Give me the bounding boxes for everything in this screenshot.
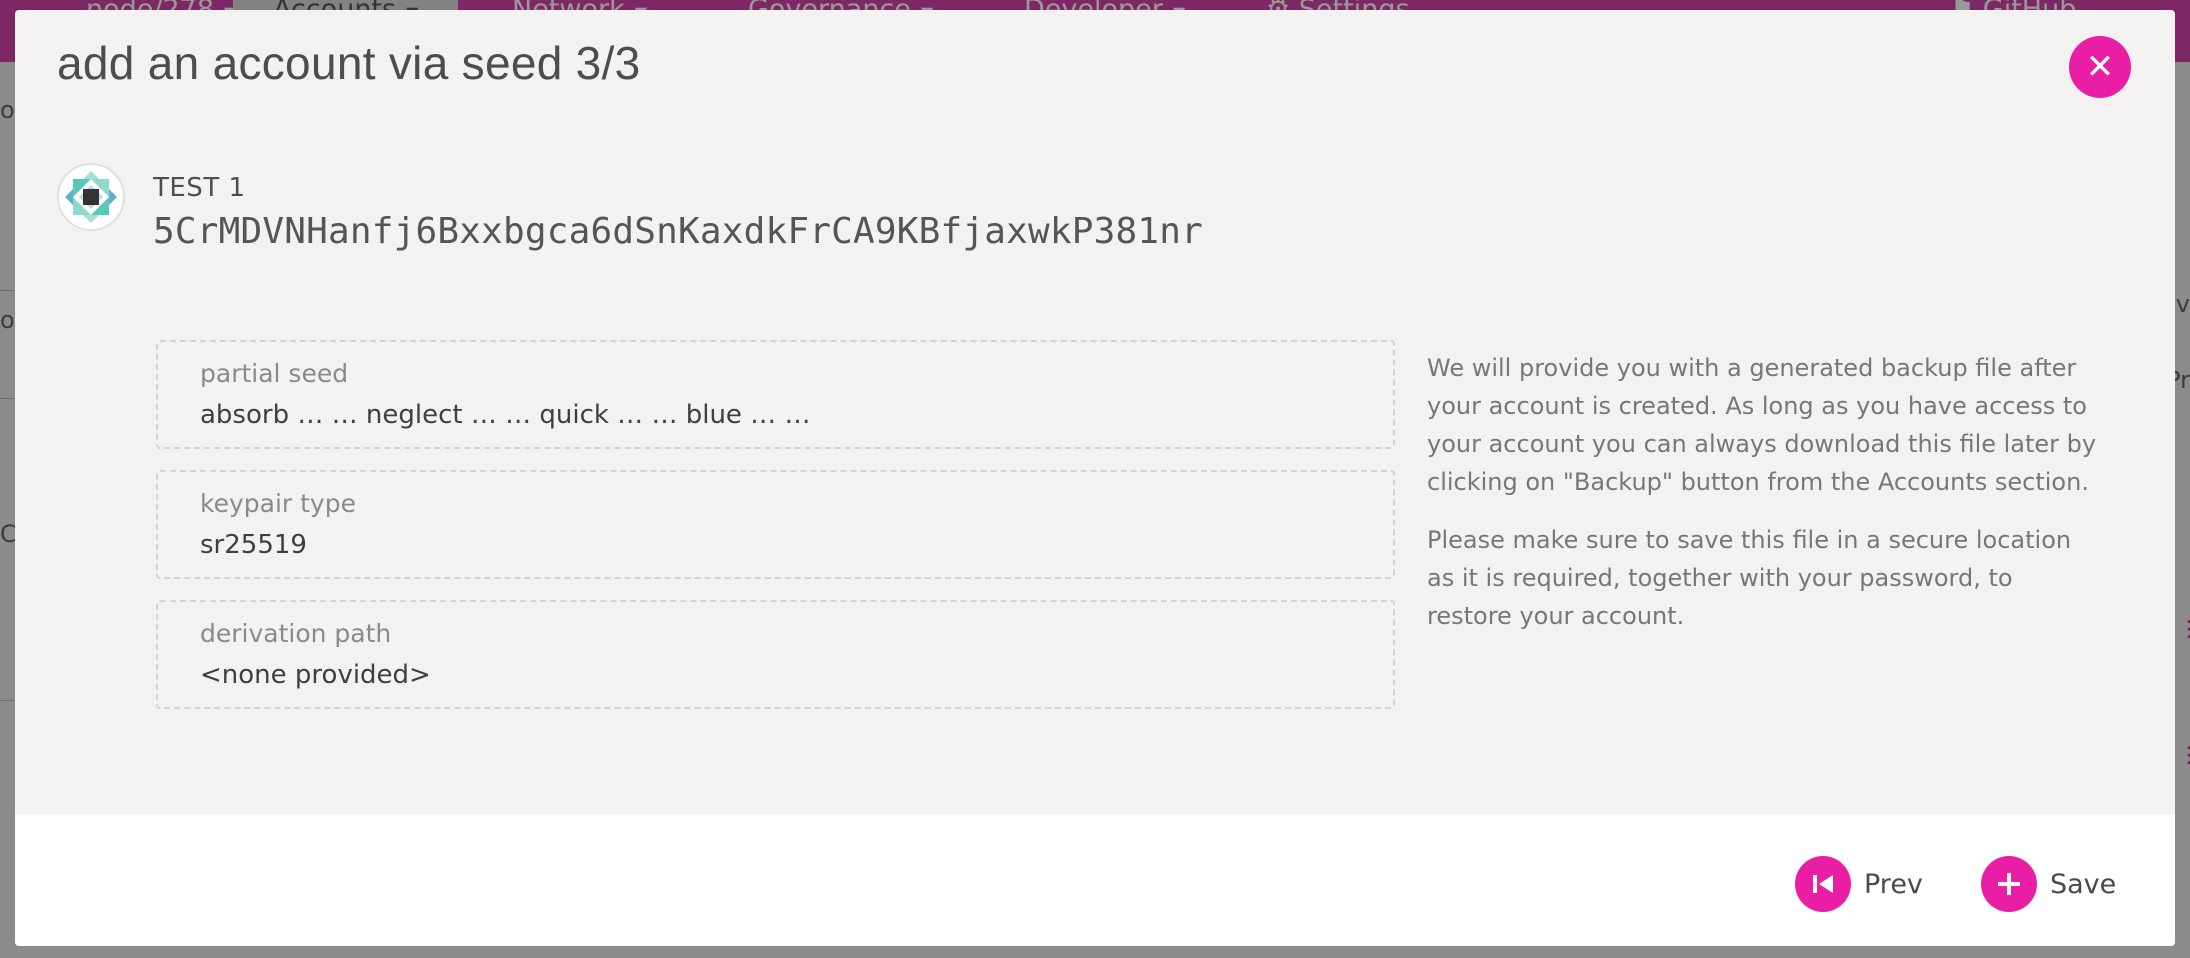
account-name: TEST 1 — [153, 173, 246, 203]
account-summary: TEST 1 5CrMDVNHanfj6Bxxbgca6dSnKaxdkFrCA… — [57, 154, 1457, 254]
derivation-path-field: derivation path <none provided> — [156, 600, 1395, 709]
keypair-type-field: keypair type sr25519 — [156, 470, 1395, 579]
account-address: 5CrMDVNHanfj6Bxxbgca6dSnKaxdkFrCA9KBfjax… — [153, 211, 1203, 252]
field-value: absorb … … neglect … … quick … … blue … … — [200, 400, 811, 430]
modal-footer: Prev Save — [15, 814, 2175, 946]
identicon-graphic — [65, 171, 117, 223]
field-value: <none provided> — [200, 660, 431, 690]
partial-seed-field: partial seed absorb … … neglect … … quic… — [156, 340, 1395, 449]
skip-back-icon — [1795, 856, 1851, 912]
prev-label: Prev — [1864, 868, 1923, 900]
info-paragraph: We will provide you with a generated bac… — [1427, 354, 2097, 496]
save-label: Save — [2050, 868, 2117, 900]
modal-title: add an account via seed 3/3 — [57, 37, 641, 89]
info-paragraph: Please make sure to save this file in a … — [1427, 526, 2072, 630]
identicon — [57, 163, 125, 231]
field-label: keypair type — [200, 489, 356, 518]
field-value: sr25519 — [200, 530, 307, 560]
field-label: derivation path — [200, 619, 392, 648]
add-account-modal: add an account via seed 3/3 ✕ TEST 1 5Cr… — [15, 10, 2175, 946]
backup-info-text: We will provide you with a generated bac… — [1427, 349, 2097, 655]
plus-icon — [1981, 856, 2037, 912]
save-button[interactable]: Save — [1981, 856, 2116, 912]
prev-button[interactable]: Prev — [1795, 856, 1923, 912]
close-icon: ✕ — [2085, 47, 2115, 87]
close-button[interactable]: ✕ — [2069, 36, 2131, 98]
field-label: partial seed — [200, 359, 349, 388]
